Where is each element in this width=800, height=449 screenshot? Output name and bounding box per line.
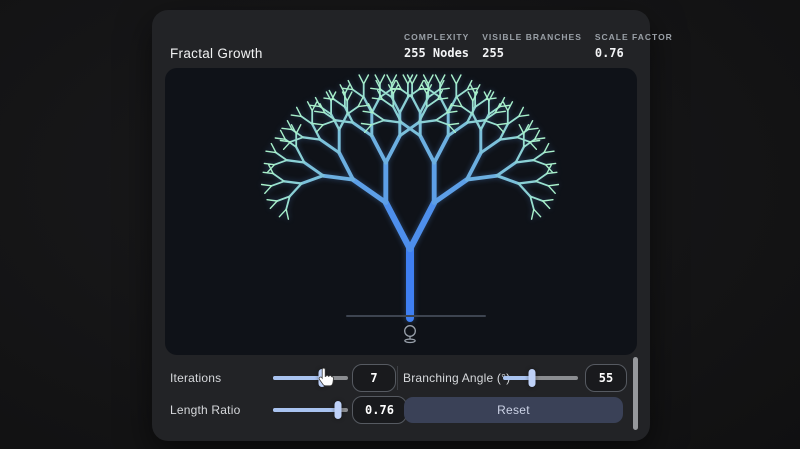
length-ratio-label: Length Ratio	[170, 403, 241, 417]
ground-line	[346, 315, 486, 317]
branching-angle-value-field[interactable]: 55	[585, 364, 627, 392]
stat-label: COMPLEXITY	[404, 32, 470, 42]
controls-scrollbar[interactable]	[633, 357, 638, 430]
stat-value: 0.76	[594, 46, 624, 60]
fractal-growth-app: Fractal Growth COMPLEXITY 255 Nodes VISI…	[152, 10, 672, 441]
iterations-label: Iterations	[170, 371, 222, 385]
stat-label: VISIBLE BRANCHES	[482, 32, 582, 42]
controls-divider	[397, 366, 398, 390]
branching-angle-label: Branching Angle (°)	[403, 371, 511, 385]
branching-angle-slider[interactable]	[503, 369, 578, 387]
length-ratio-value-field[interactable]: 0.76	[352, 396, 407, 424]
slider-fill	[273, 376, 322, 380]
stat-label: SCALE FACTOR	[594, 32, 673, 42]
stat-complexity: COMPLEXITY 255 Nodes	[404, 32, 469, 60]
desktop-background: Fractal Growth COMPLEXITY 255 Nodes VISI…	[0, 0, 800, 449]
reset-button[interactable]: Reset	[404, 397, 623, 423]
page-title: Fractal Growth	[170, 46, 263, 61]
fractal-canvas[interactable]	[165, 68, 637, 355]
stats-bar: COMPLEXITY 255 Nodes VISIBLE BRANCHES 25…	[404, 32, 673, 60]
fractal-tree	[260, 74, 560, 322]
slider-fill	[273, 408, 339, 412]
stat-scale-factor: SCALE FACTOR 0.76	[595, 32, 673, 60]
tree-icon	[404, 325, 416, 344]
stat-value: 255	[482, 46, 504, 60]
stat-value: 255 Nodes	[404, 46, 470, 60]
length-ratio-slider-thumb[interactable]	[334, 401, 342, 419]
iterations-slider-thumb[interactable]	[318, 369, 326, 387]
iterations-slider[interactable]	[273, 369, 348, 387]
length-ratio-slider[interactable]	[273, 401, 348, 419]
iterations-value-field[interactable]: 7	[352, 364, 396, 392]
branching-angle-slider-thumb[interactable]	[528, 369, 536, 387]
stat-visible-branches: VISIBLE BRANCHES 255	[482, 32, 582, 60]
